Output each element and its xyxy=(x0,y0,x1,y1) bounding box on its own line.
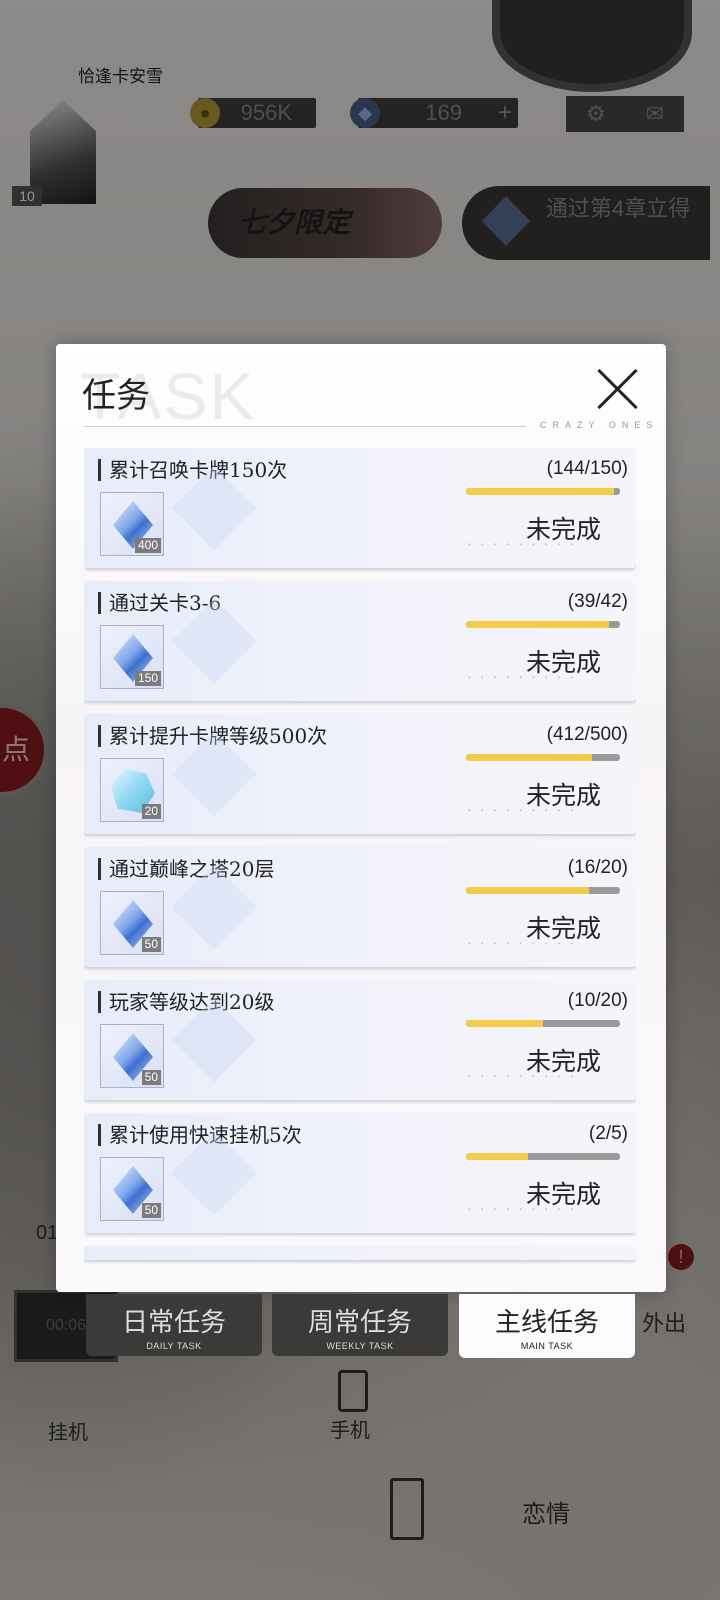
reward-count: 50 xyxy=(141,937,161,952)
task-progress-text: (39/42) xyxy=(567,591,628,612)
modal-tagline: CRAZY ONES xyxy=(540,420,659,430)
task-card-partial[interactable] xyxy=(84,1246,636,1260)
task-progress-text: (144/150) xyxy=(546,458,628,479)
modal-title: 任务 xyxy=(82,376,150,416)
tab-label: 主线任务 xyxy=(494,1308,599,1338)
tab-label: 日常任务 xyxy=(121,1308,226,1338)
task-card[interactable]: 玩家等级达到20级 (10/20) 50 未完成 ••••••••• xyxy=(84,980,636,1100)
reward-count: 150 xyxy=(134,671,161,686)
tab-label: 周常任务 xyxy=(307,1308,412,1338)
task-progress-fill xyxy=(466,754,593,761)
tab-main-task[interactable]: 主线任务 MAIN TASK xyxy=(459,1294,635,1358)
reward-item[interactable]: 400 xyxy=(100,492,164,556)
tab-weekly-task[interactable]: 周常任务 WEEKLY TASK xyxy=(272,1294,448,1356)
task-progress-bar xyxy=(466,1020,620,1027)
task-name: 通过关卡3-6 xyxy=(98,592,221,614)
task-progress-bar xyxy=(466,754,620,761)
task-progress-text: (16/20) xyxy=(567,857,628,878)
tab-sublabel: WEEKLY TASK xyxy=(326,1341,394,1351)
task-card[interactable]: 累计召唤卡牌150次 (144/150) 400 未完成 ••••••••• xyxy=(84,448,636,568)
tab-daily-task[interactable]: 日常任务 DAILY TASK xyxy=(86,1294,262,1356)
task-status: 未完成 xyxy=(526,1047,602,1076)
task-progress-bar xyxy=(466,488,620,495)
task-progress-fill xyxy=(466,1153,528,1160)
reward-item[interactable]: 50 xyxy=(100,1157,164,1221)
reward-count: 50 xyxy=(141,1203,161,1218)
task-status: 未完成 xyxy=(526,515,602,544)
task-modal: TASK 任务 CRAZY ONES 累计召唤卡牌150次 (144/150) … xyxy=(56,344,666,1292)
task-progress-bar xyxy=(466,621,620,628)
close-icon[interactable] xyxy=(594,362,642,410)
task-card[interactable]: 累计提升卡牌等级500次 (412/500) 20 未完成 ••••••••• xyxy=(84,714,636,834)
tab-sublabel: DAILY TASK xyxy=(146,1341,202,1351)
task-progress-bar xyxy=(466,1153,620,1160)
reward-count: 20 xyxy=(141,804,161,819)
task-name: 累计召唤卡牌150次 xyxy=(98,459,287,481)
task-progress-fill xyxy=(466,1020,543,1027)
task-name: 玩家等级达到20级 xyxy=(98,991,274,1013)
task-progress-text: (10/20) xyxy=(567,990,628,1011)
reward-item[interactable]: 50 xyxy=(100,1024,164,1088)
title-divider xyxy=(84,426,526,427)
task-status: 未完成 xyxy=(526,914,602,943)
task-name: 累计使用快速挂机5次 xyxy=(98,1124,302,1146)
task-status: 未完成 xyxy=(526,648,602,677)
reward-count: 50 xyxy=(141,1070,161,1085)
task-card[interactable]: 通过巅峰之塔20层 (16/20) 50 未完成 ••••••••• xyxy=(84,847,636,967)
reward-item[interactable]: 50 xyxy=(100,891,164,955)
task-progress-fill xyxy=(466,488,614,495)
task-progress-text: (412/500) xyxy=(546,724,628,745)
task-status: 未完成 xyxy=(526,781,602,810)
reward-item[interactable]: 150 xyxy=(100,625,164,689)
task-list[interactable]: 累计召唤卡牌150次 (144/150) 400 未完成 ••••••••• 通… xyxy=(84,448,636,1264)
reward-item[interactable]: 20 xyxy=(100,758,164,822)
task-progress-text: (2/5) xyxy=(588,1123,628,1144)
task-status: 未完成 xyxy=(526,1180,602,1209)
reward-count: 400 xyxy=(134,538,161,553)
task-name: 累计提升卡牌等级500次 xyxy=(98,725,327,747)
tab-sublabel: MAIN TASK xyxy=(520,1341,574,1351)
task-progress-fill xyxy=(466,621,610,628)
task-card[interactable]: 通过关卡3-6 (39/42) 150 未完成 ••••••••• xyxy=(84,581,636,701)
task-name: 通过巅峰之塔20层 xyxy=(98,858,274,880)
task-progress-fill xyxy=(466,887,590,894)
task-card[interactable]: 累计使用快速挂机5次 (2/5) 50 未完成 ••••••••• xyxy=(84,1113,636,1233)
task-progress-bar xyxy=(466,887,620,894)
